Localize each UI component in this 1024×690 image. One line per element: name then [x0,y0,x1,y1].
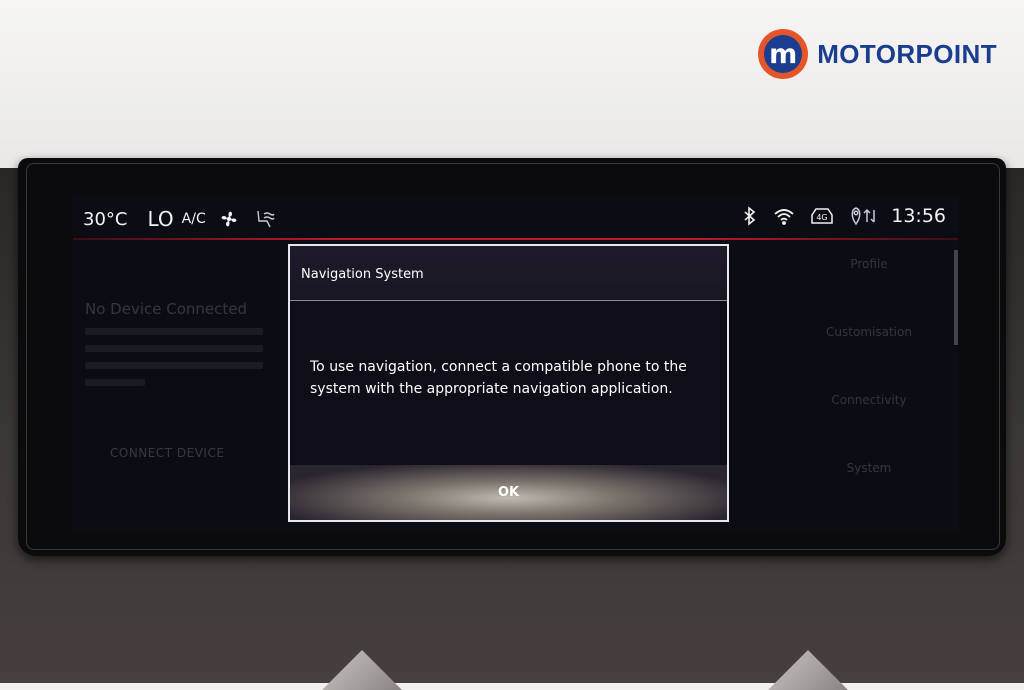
location-sync-icon [849,206,877,226]
dialog-header: Navigation System [290,246,727,301]
ok-button[interactable]: OK [290,465,727,520]
brand-mark-letter: m [764,35,803,73]
connect-device-button[interactable]: CONNECT DEVICE [110,446,263,460]
navigation-dialog: Navigation System To use navigation, con… [288,244,729,522]
placeholder-line [85,362,263,369]
menu-item-system[interactable]: System [804,461,934,475]
ok-button-label: OK [497,485,520,500]
menu-scrollbar[interactable] [954,250,958,345]
dialog-message: To use navigation, connect a compatible … [310,359,687,397]
fan-icon[interactable] [218,208,240,230]
temperature-readout[interactable]: 30°C [83,209,127,230]
no-device-heading: No Device Connected [85,300,248,318]
fan-level-readout[interactable]: LO [147,207,173,231]
showroom-wall [0,0,1024,175]
seat-airflow-icon[interactable] [252,208,276,230]
brand-name: MOTORPOINT [817,38,997,69]
menu-item-connectivity[interactable]: Connectivity [804,393,934,407]
background-device-panel: No Device Connected CONNECT DEVICE [85,300,263,460]
dialog-title: Navigation System [301,267,424,282]
menu-item-profile[interactable]: Profile [804,257,934,271]
background-settings-menu: Profile Customisation Connectivity Syste… [804,257,934,529]
ac-button[interactable]: A/C [182,211,206,227]
bluetooth-icon [743,206,757,226]
wifi-icon [773,207,795,225]
clock: 13:56 [891,205,946,227]
placeholder-line [85,345,263,352]
network-badge: 4G [817,213,828,222]
placeholder-line [85,379,145,386]
infotainment-screen: 30°C LO A/C 4G 13:56 No Device Connected… [73,195,958,530]
status-bar: 30°C LO A/C 4G 13:56 [73,195,958,240]
placeholder-line [85,328,263,335]
menu-item-customisation[interactable]: Customisation [804,325,934,339]
4g-icon: 4G [809,206,835,226]
status-separator [73,238,958,240]
brand-logo: m MOTORPOINT [758,28,997,80]
brand-mark: m [758,29,809,79]
